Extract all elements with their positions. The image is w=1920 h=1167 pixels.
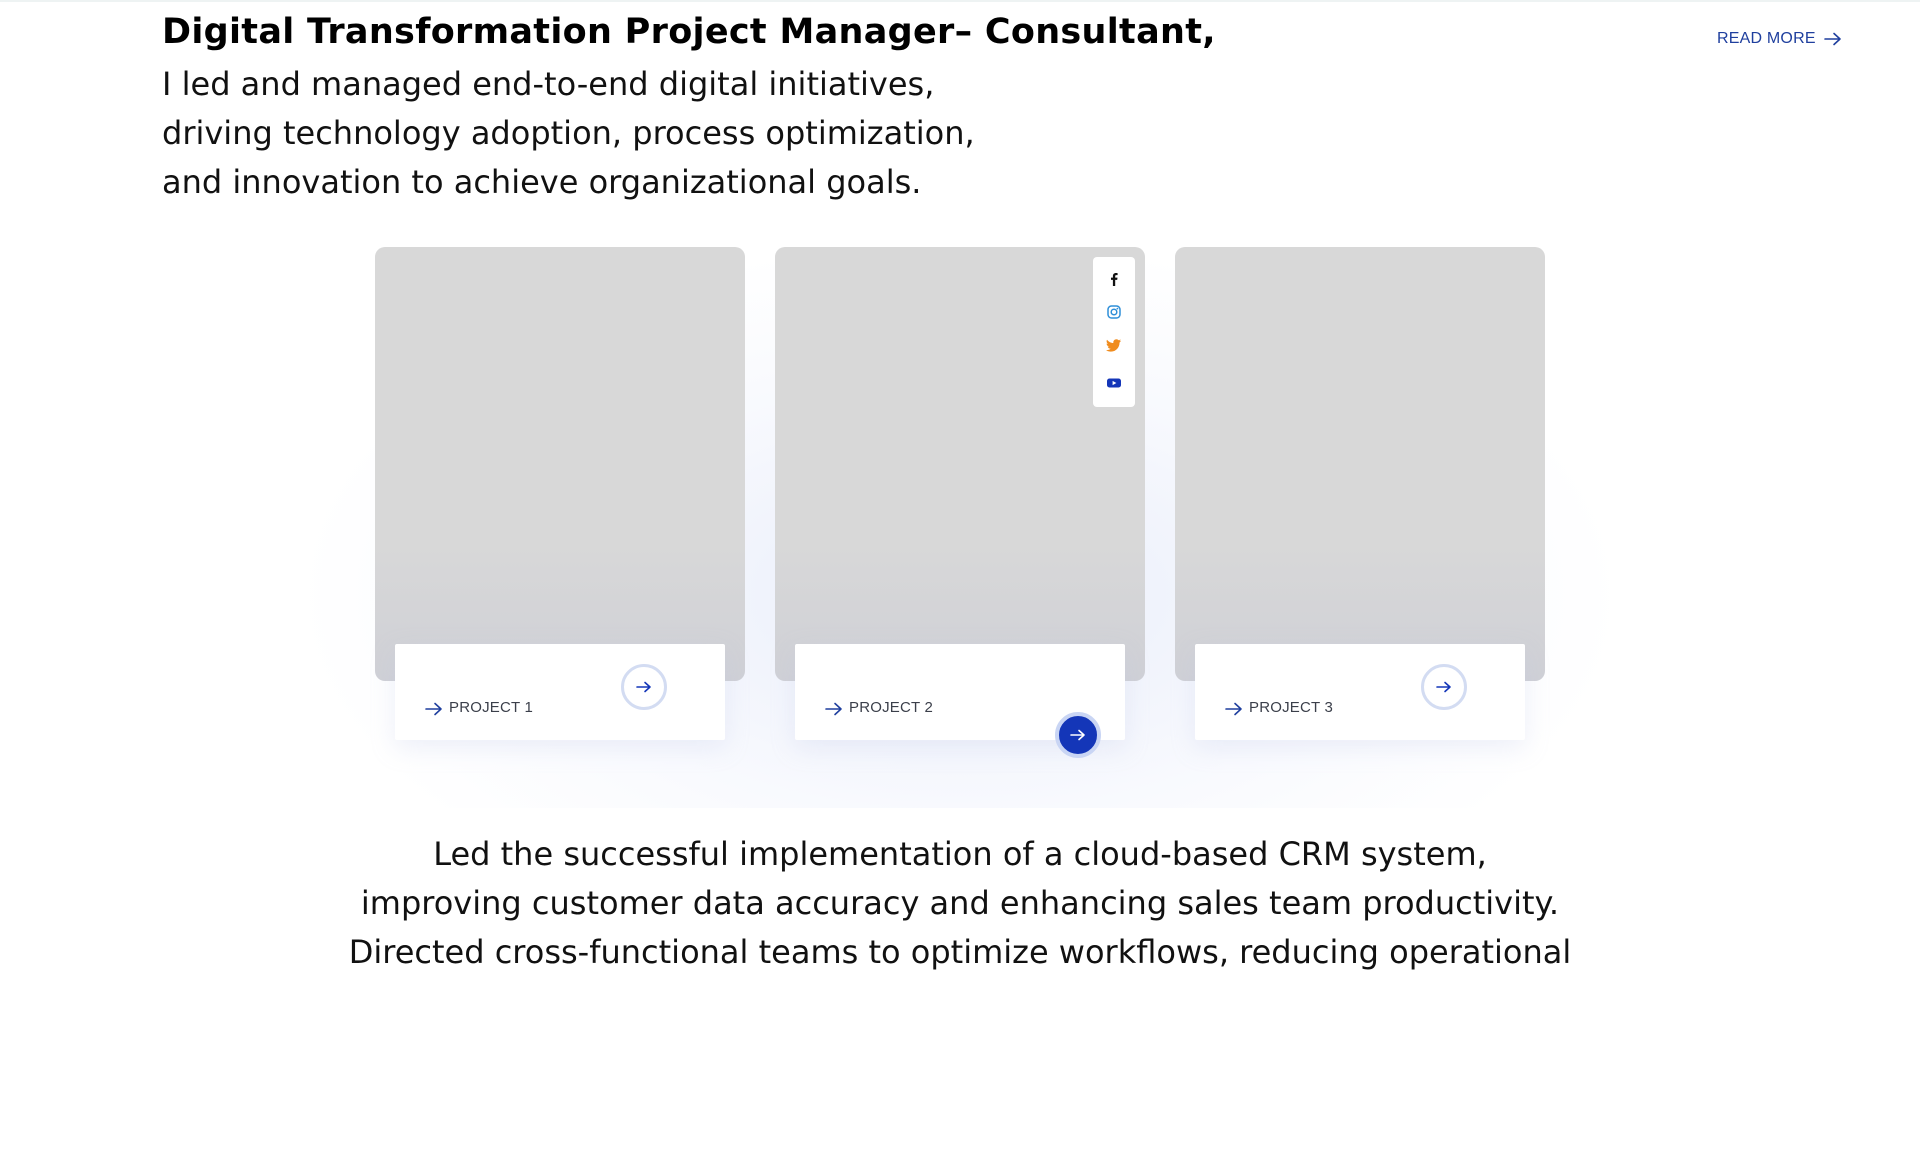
arrow-right-icon xyxy=(425,702,442,716)
social-share-panel xyxy=(1093,257,1135,407)
project-open-button[interactable] xyxy=(1055,712,1101,758)
arrow-right-icon xyxy=(1070,729,1085,741)
youtube-link[interactable] xyxy=(1102,371,1126,395)
project-card: PROJECT 2 xyxy=(775,247,1145,758)
arrow-right-icon xyxy=(1225,702,1242,716)
page-title: Digital Transformation Project Manager– … xyxy=(162,12,1216,52)
project-open-button[interactable] xyxy=(621,664,667,710)
description-line: Directed cross-functional teams to optim… xyxy=(348,933,1572,971)
arrow-right-icon xyxy=(636,681,651,693)
project-caption: PROJECT 1 xyxy=(395,644,725,740)
project-caption: PROJECT 3 xyxy=(1195,644,1525,740)
intro-line: I led and managed end-to-end digital ini… xyxy=(162,65,935,103)
description-line: Led the successful implementation of a c… xyxy=(433,835,1487,873)
top-divider xyxy=(0,0,1920,2)
project-image-placeholder xyxy=(775,247,1145,681)
description-line: improving customer data accuracy and enh… xyxy=(360,884,1560,922)
read-more-link[interactable]: READ MORE xyxy=(1717,30,1842,48)
project-image-placeholder xyxy=(1175,247,1545,681)
instagram-link[interactable] xyxy=(1102,300,1126,324)
intro-line: and innovation to achieve organizational… xyxy=(162,163,922,201)
project-open-button[interactable] xyxy=(1421,664,1467,710)
arrow-right-icon xyxy=(825,702,842,716)
facebook-icon xyxy=(1111,273,1118,286)
project-label[interactable]: PROJECT 2 xyxy=(849,699,933,716)
twitter-icon xyxy=(1106,339,1121,352)
project-image-placeholder xyxy=(375,247,745,681)
project-card: PROJECT 1 xyxy=(375,247,745,740)
twitter-link[interactable] xyxy=(1102,333,1126,357)
intro-line: driving technology adoption, process opt… xyxy=(162,114,975,152)
project-description: Led the successful implementation of a c… xyxy=(0,830,1920,977)
facebook-link[interactable] xyxy=(1102,267,1126,291)
arrow-right-icon xyxy=(1823,32,1841,46)
youtube-icon xyxy=(1107,378,1121,388)
intro-section: Digital Transformation Project Manager– … xyxy=(162,10,1462,207)
project-caption: PROJECT 2 xyxy=(795,644,1125,758)
arrow-right-icon xyxy=(1436,681,1451,693)
project-label[interactable]: PROJECT 3 xyxy=(1249,699,1333,716)
project-label[interactable]: PROJECT 1 xyxy=(449,699,533,716)
read-more-label: READ MORE xyxy=(1717,30,1816,47)
project-card: PROJECT 3 xyxy=(1175,247,1545,740)
instagram-icon xyxy=(1107,305,1121,319)
